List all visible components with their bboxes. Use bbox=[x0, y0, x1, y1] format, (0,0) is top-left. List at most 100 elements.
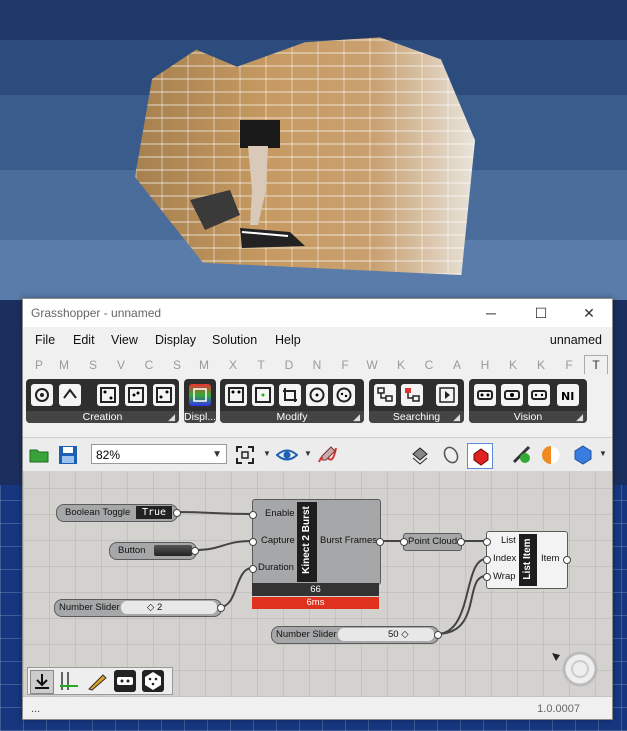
grasshopper-canvas[interactable]: Boolean Toggle True Button Number Slider… bbox=[23, 471, 612, 697]
panel-expand-icon[interactable]: ◢ bbox=[453, 411, 460, 423]
tab-t[interactable]: T bbox=[584, 355, 608, 374]
tab-params[interactable]: P bbox=[28, 358, 50, 372]
maximize-button[interactable]: ☐ bbox=[521, 303, 561, 323]
point-cloud-param[interactable]: Point Cloud bbox=[403, 533, 462, 551]
ni-icon[interactable]: NI bbox=[557, 384, 579, 406]
panel-modify-label[interactable]: Modify ◢ bbox=[220, 411, 364, 423]
kinect-depth-icon[interactable] bbox=[501, 384, 523, 406]
button-component[interactable]: Button bbox=[109, 542, 197, 560]
chevron-down-icon[interactable]: ▼ bbox=[599, 449, 607, 458]
dots-cluster-icon[interactable] bbox=[125, 384, 147, 406]
kinect-input-enable[interactable]: Enable bbox=[265, 508, 295, 519]
list-item-component[interactable]: List Index Wrap List Item Item bbox=[486, 531, 568, 589]
tab-a[interactable]: A bbox=[446, 358, 468, 372]
close-button[interactable]: ✕ bbox=[569, 303, 609, 323]
preview-selected-icon[interactable] bbox=[467, 443, 493, 469]
dots-crop-icon[interactable] bbox=[279, 384, 301, 406]
grip[interactable] bbox=[483, 556, 491, 564]
open-folder-icon[interactable] bbox=[27, 443, 51, 467]
tab-display[interactable]: D bbox=[278, 358, 300, 372]
save-icon[interactable] bbox=[56, 443, 80, 467]
grip[interactable] bbox=[434, 631, 442, 639]
dots-random-icon[interactable] bbox=[153, 384, 175, 406]
dots-filter-icon[interactable] bbox=[252, 384, 274, 406]
kinect-device-icon[interactable] bbox=[114, 670, 136, 692]
grip[interactable] bbox=[563, 556, 571, 564]
mesh-settings-icon[interactable] bbox=[510, 443, 534, 467]
menu-display[interactable]: Display bbox=[155, 333, 196, 347]
hex-dots-icon[interactable] bbox=[142, 670, 164, 692]
dots-grid-icon[interactable] bbox=[97, 384, 119, 406]
kinect-body-icon[interactable] bbox=[59, 384, 81, 406]
grip[interactable] bbox=[191, 547, 199, 555]
grip[interactable] bbox=[457, 538, 465, 546]
tab-vector[interactable]: V bbox=[110, 358, 132, 372]
sketch-pen-icon[interactable] bbox=[315, 443, 339, 467]
tab-maths[interactable]: M bbox=[53, 358, 75, 372]
chevron-down-icon[interactable]: ▼ bbox=[304, 449, 312, 458]
search-tree-icon[interactable] bbox=[374, 384, 396, 406]
tab-k[interactable]: K bbox=[390, 358, 412, 372]
zoom-extents-icon[interactable] bbox=[233, 443, 257, 467]
preview-eye-icon[interactable] bbox=[275, 443, 299, 467]
panel-expand-icon[interactable]: ◢ bbox=[168, 411, 175, 423]
grip[interactable] bbox=[249, 538, 257, 546]
slider-2-track[interactable] bbox=[338, 628, 434, 641]
input-import-icon[interactable] bbox=[30, 670, 54, 694]
list-input-index[interactable]: Index bbox=[493, 553, 516, 564]
grip[interactable] bbox=[400, 538, 408, 546]
tab-f2[interactable]: F bbox=[558, 358, 580, 372]
search-arrow-icon[interactable] bbox=[436, 384, 458, 406]
menu-solution[interactable]: Solution bbox=[212, 333, 257, 347]
slider-1-track[interactable] bbox=[121, 601, 217, 614]
kinect-skeleton-icon[interactable] bbox=[31, 384, 53, 406]
kinect-burst-component[interactable]: Enable Capture Duration Kinect 2 Burst B… bbox=[252, 499, 381, 585]
kinect-camera-icon[interactable] bbox=[474, 384, 496, 406]
dots-modify-icon[interactable] bbox=[225, 384, 247, 406]
panel-display-label[interactable]: Displ... bbox=[184, 411, 216, 423]
tab-w[interactable]: W bbox=[361, 358, 383, 372]
graph-mapper-icon[interactable] bbox=[58, 670, 80, 692]
tab-c[interactable]: C bbox=[418, 358, 440, 372]
menu-file[interactable]: File bbox=[35, 333, 55, 347]
number-slider-2[interactable]: Number Slider 50 ◇ bbox=[271, 626, 439, 644]
panel-expand-icon[interactable]: ◢ bbox=[576, 411, 583, 423]
search-red-icon[interactable] bbox=[401, 384, 423, 406]
tab-transform[interactable]: T bbox=[250, 358, 272, 372]
list-input-wrap[interactable]: Wrap bbox=[493, 571, 516, 582]
kinect-input-duration[interactable]: Duration bbox=[258, 562, 294, 573]
grip[interactable] bbox=[376, 538, 384, 546]
minimize-button[interactable]: ─ bbox=[471, 303, 511, 323]
color-mesh-icon[interactable] bbox=[189, 384, 211, 406]
panel-vision-label[interactable]: Vision ◢ bbox=[469, 411, 587, 423]
slider-1-value[interactable]: ◇ 2 bbox=[147, 602, 162, 613]
grip[interactable] bbox=[249, 565, 257, 573]
panel-creation-label[interactable]: Creation ◢ bbox=[26, 411, 179, 423]
tab-k3[interactable]: K bbox=[530, 358, 552, 372]
tab-intersect[interactable]: X bbox=[222, 358, 244, 372]
tab-curve[interactable]: C bbox=[138, 358, 160, 372]
dots-circle-icon[interactable] bbox=[306, 384, 328, 406]
grip[interactable] bbox=[173, 509, 181, 517]
menu-edit[interactable]: Edit bbox=[73, 333, 95, 347]
number-slider-1[interactable]: Number Slider ◇ 2 bbox=[54, 599, 222, 617]
grip[interactable] bbox=[483, 573, 491, 581]
menu-view[interactable]: View bbox=[111, 333, 138, 347]
kinect-color-icon[interactable] bbox=[528, 384, 550, 406]
dots-ring-icon[interactable] bbox=[333, 384, 355, 406]
pencil-icon[interactable] bbox=[86, 670, 108, 692]
list-input-list[interactable]: List bbox=[501, 535, 516, 546]
button-face[interactable] bbox=[154, 545, 192, 556]
tab-n[interactable]: N bbox=[306, 358, 328, 372]
panel-expand-icon[interactable]: ◢ bbox=[353, 411, 360, 423]
chevron-down-icon[interactable]: ▼ bbox=[263, 449, 271, 458]
tab-sets[interactable]: S bbox=[82, 358, 104, 372]
preview-shaded-icon[interactable] bbox=[439, 443, 463, 467]
slider-2-value[interactable]: 50 ◇ bbox=[388, 629, 409, 640]
kinect-input-capture[interactable]: Capture bbox=[261, 535, 295, 546]
list-output-item[interactable]: Item bbox=[541, 553, 559, 564]
grip[interactable] bbox=[217, 604, 225, 612]
grip[interactable] bbox=[483, 538, 491, 546]
material-sphere-icon[interactable] bbox=[539, 443, 563, 467]
tab-f[interactable]: F bbox=[334, 358, 356, 372]
